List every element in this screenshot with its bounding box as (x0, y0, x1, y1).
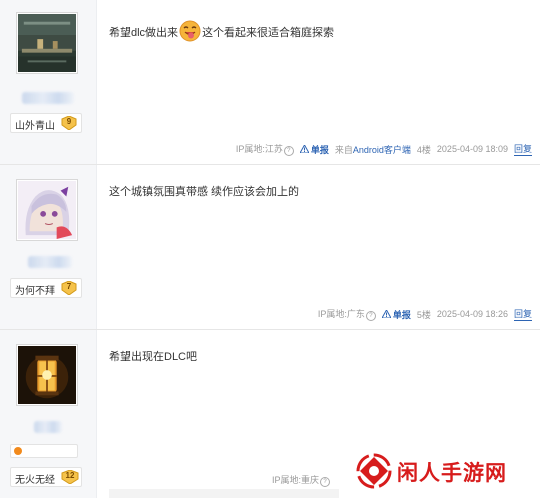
post-content: 希望出现在DLC吧 (109, 351, 198, 363)
post-time: 2025-04-09 18:26 (436, 309, 508, 319)
user-level-box[interactable]: 为何不拜 7 (10, 278, 82, 298)
android-client-link[interactable]: Android客户端 (353, 145, 411, 155)
help-icon[interactable]: ? (283, 146, 294, 156)
user-level-name: 山外青山 (15, 121, 55, 132)
floor-number: 4楼 (416, 144, 431, 155)
floor-number: 5楼 (416, 309, 431, 320)
post-floor-5: 为何不拜 7 这个城镇氛围真带感 续作应该会加上的 IP属地:广东? 单报 5楼… (0, 165, 540, 330)
user-sidebar: 为何不拜 7 (0, 165, 97, 329)
reply-link[interactable]: 回复 (513, 307, 532, 321)
report-link[interactable]: 单报 (381, 308, 411, 321)
ip-location: IP属地:江苏? (236, 142, 294, 156)
post-meta: IP属地:广东? 单报 5楼 2025-04-09 18:26 回复 (318, 307, 532, 321)
anime-girl-avatar (18, 181, 76, 239)
help-icon[interactable]: ? (365, 311, 376, 321)
level-badge-icon: 7 (61, 280, 77, 296)
post-text-part1: 希望dlc做出来 (109, 27, 179, 39)
ip-location: IP属地:重庆? (272, 473, 330, 487)
level-number: 7 (66, 282, 72, 291)
post-meta: IP属地:重庆? (272, 473, 330, 487)
post-content: 这个城镇氛围真带感 续作应该会加上的 (109, 186, 300, 198)
username-blurred[interactable] (28, 256, 72, 268)
post-time: 2025-04-09 18:09 (436, 144, 508, 154)
user-level-box[interactable]: 山外青山 9 (10, 113, 82, 133)
level-badge-icon: 9 (61, 115, 77, 131)
post-content: 希望dlc做出来 这个看起来很适合箱庭探索 (109, 20, 335, 42)
site-logo-icon (356, 453, 392, 489)
client-source: 来自Android客户端 (334, 144, 411, 155)
post-meta: IP属地:江苏? 单报 来自Android客户端 4楼 2025-04-09 1… (236, 142, 532, 156)
lantern-avatar (18, 346, 76, 404)
watermark-text: 闲人手游网 (397, 461, 507, 485)
reply-box (109, 489, 339, 498)
warning-icon (381, 310, 391, 318)
post-floor-4: 山外青山 9 希望dlc做出来 这个看起来很适合箱庭探索 IP属地:江苏? 单报 … (0, 0, 540, 165)
avatar[interactable] (16, 344, 78, 406)
site-watermark: 闲人手游网 (355, 452, 535, 492)
help-icon[interactable]: ? (320, 477, 330, 487)
status-dot-icon (14, 447, 22, 455)
username-blurred[interactable] (22, 92, 74, 104)
warning-icon (299, 145, 309, 153)
level-number: 9 (66, 117, 72, 126)
avatar[interactable] (16, 179, 78, 241)
username-blurred[interactable] (34, 421, 62, 433)
tongue-out-emoji-icon (179, 20, 201, 42)
report-link[interactable]: 单报 (299, 143, 329, 156)
reply-link[interactable]: 回复 (513, 142, 532, 156)
user-sidebar: 无火无经 12 (0, 330, 97, 498)
level-number: 12 (65, 471, 75, 480)
level-badge-icon: 12 (61, 469, 79, 485)
user-level-name: 无火无经 (15, 475, 55, 486)
user-level-box[interactable]: 无火无经 12 (10, 467, 82, 487)
ip-location: IP属地:广东? (318, 307, 376, 321)
user-level-name: 为何不拜 (15, 286, 55, 297)
avatar[interactable] (16, 12, 78, 74)
favorite-bar[interactable] (10, 444, 78, 458)
user-sidebar: 山外青山 9 (0, 0, 97, 164)
game-screenshot-avatar (18, 14, 76, 72)
post-text-part2: 这个看起来很适合箱庭探索 (202, 27, 335, 39)
